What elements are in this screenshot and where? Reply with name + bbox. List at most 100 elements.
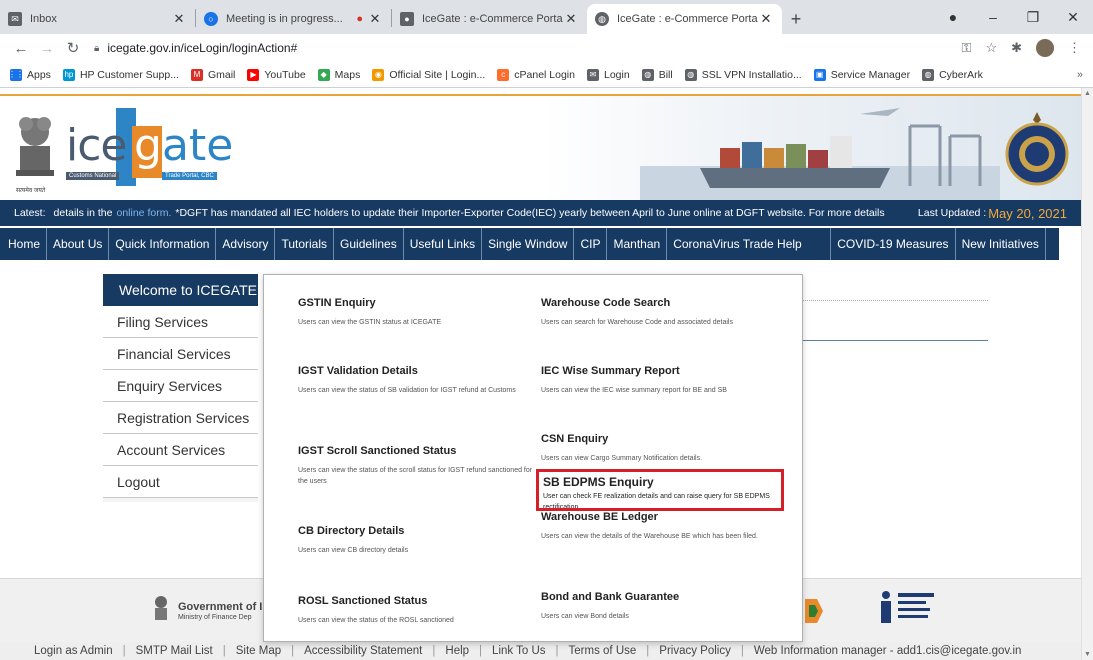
nav-item-tutorials[interactable]: Tutorials xyxy=(275,228,335,260)
footer-link[interactable]: Terms of Use xyxy=(569,645,637,657)
footer-links: Login as Admin | SMTP Mail List | Site Map | A… xyxy=(0,642,1081,660)
bookmark-item[interactable]: hp HP Customer Supp... xyxy=(62,68,179,81)
bookmark-item[interactable]: ◉ Official Site | Login... xyxy=(372,68,485,81)
bookmark-item[interactable]: ▶ YouTube xyxy=(247,68,306,81)
nav-item-new-initiatives[interactable]: New Initiatives xyxy=(956,228,1046,260)
minimize-icon[interactable]: – xyxy=(973,9,1013,25)
side-menu-header[interactable]: Welcome to ICEGATE xyxy=(103,274,258,306)
enquiry-item-bond-and-bank-guarantee[interactable]: Bond and Bank Guarantee Users can view Bo… xyxy=(541,591,777,622)
key-icon[interactable]: ⚿ xyxy=(962,40,972,56)
government-title: Government of I xyxy=(178,601,263,613)
enquiry-item-rosl-sanctioned-status[interactable]: ROSL Sanctioned Status Users can view the… xyxy=(298,595,534,626)
footer-link[interactable]: Privacy Policy xyxy=(659,645,731,657)
nav-item-single-window[interactable]: Single Window xyxy=(482,228,575,260)
enquiry-item-warehouse-be-ledger[interactable]: Warehouse BE Ledger Users can view the de… xyxy=(541,511,777,542)
avatar[interactable] xyxy=(1036,39,1054,57)
enquiry-item-description: Users can view CB directory details xyxy=(298,547,409,554)
bookmark-item[interactable]: ◆ Maps xyxy=(317,68,360,81)
gmail-icon: M xyxy=(190,68,203,81)
footer-link[interactable]: Web Information manager - add1.cis@icega… xyxy=(754,645,1022,657)
nav-item-covid-19-measures[interactable]: COVID-19 Measures xyxy=(831,228,956,260)
footer-link[interactable]: Link To Us xyxy=(492,645,545,657)
browser-tab-icegate-active[interactable]: ◍ IceGate : e-Commerce Portal of I ✕ xyxy=(587,4,782,34)
logo-text-ice: ice xyxy=(66,120,127,171)
bookmark-item[interactable]: ⋮⋮ Apps xyxy=(8,68,51,81)
nav-item-manthan[interactable]: Manthan xyxy=(607,228,668,260)
side-menu-item-financial-services[interactable]: Financial Services xyxy=(103,338,258,370)
bookmark-item[interactable]: ◍ Bill xyxy=(641,68,673,81)
scroll-up-icon[interactable]: ▲ xyxy=(1084,90,1091,97)
site-icon: ◉ xyxy=(372,68,385,81)
footer-link[interactable]: Accessibility Statement xyxy=(304,645,422,657)
nav-item-guidelines[interactable]: Guidelines xyxy=(334,228,404,260)
reload-icon[interactable]: ↻ xyxy=(60,39,86,57)
enquiry-item-iec-wise-summary-report[interactable]: IEC Wise Summary Report Users can view th… xyxy=(541,365,777,396)
ticker-message: *DGFT has mandated all IEC holders to up… xyxy=(175,207,885,219)
link-separator: | xyxy=(555,645,559,657)
bookmarks-overflow-icon[interactable]: » xyxy=(1077,69,1083,81)
nav-item-quick-information[interactable]: Quick Information xyxy=(109,228,217,260)
enquiry-item-title: CB Directory Details xyxy=(298,525,405,537)
content-divider xyxy=(800,340,988,341)
side-menu-item-registration-services[interactable]: Registration Services xyxy=(103,402,258,434)
side-menu-item-account-services[interactable]: Account Services xyxy=(103,434,258,466)
nav-item-advisory[interactable]: Advisory xyxy=(216,228,276,260)
enquiry-item-description: Users can view the IEC wise summary repo… xyxy=(541,387,727,394)
bookmark-label: YouTube xyxy=(264,68,306,81)
footer-link[interactable]: Site Map xyxy=(236,645,281,657)
bookmark-item[interactable]: ✉ Login xyxy=(586,68,630,81)
close-icon[interactable]: ✕ xyxy=(758,11,774,27)
bookmark-item[interactable]: ◍ SSL VPN Installatio... xyxy=(684,68,802,81)
enquiry-item-cb-directory-details[interactable]: CB Directory Details Users can view CB di… xyxy=(298,525,534,556)
news-ticker: Latest: details in the online form. *DGF… xyxy=(0,200,1081,226)
nav-item-cip[interactable]: CIP xyxy=(574,228,608,260)
bookmark-item[interactable]: c cPanel Login xyxy=(497,68,575,81)
bookmark-item[interactable]: ▣ Service Manager xyxy=(813,68,910,81)
enquiry-item-gstin-enquiry[interactable]: GSTIN Enquiry Users can view the GSTIN st… xyxy=(298,297,534,328)
enquiry-item-igst-scroll-sanctioned-status[interactable]: IGST Scroll Sanctioned Status Users can v… xyxy=(298,445,534,487)
extensions-icon[interactable]: ✱ xyxy=(1011,40,1022,56)
close-icon[interactable]: ✕ xyxy=(171,11,187,27)
maximize-icon[interactable]: ❐ xyxy=(1013,9,1053,26)
back-arrow-icon[interactable]: ← xyxy=(8,40,34,57)
nav-item-about-us[interactable]: About Us xyxy=(47,228,110,260)
browser-tab-icegate-1[interactable]: ● IceGate : e-Commerce Portal of I ✕ xyxy=(392,4,587,34)
nav-item-coronavirus-trade-help[interactable]: CoronaVirus Trade Help xyxy=(667,228,832,260)
emblem-icon xyxy=(155,596,167,620)
side-menu-item-enquiry-services[interactable]: Enquiry Services xyxy=(103,370,258,402)
close-icon[interactable]: ✕ xyxy=(367,11,383,27)
browser-tab-meeting[interactable]: ○ Meeting is in progress... ● ✕ xyxy=(196,4,391,34)
bookmark-label: cPanel Login xyxy=(514,68,575,81)
address-bar[interactable]: 🔒︎ icegate.gov.in/iceLogin/loginAction# xyxy=(94,36,962,60)
cpanel-icon: c xyxy=(497,68,510,81)
enquiry-item-csn-enquiry[interactable]: CSN Enquiry Users can view Cargo Summary … xyxy=(541,433,777,464)
bookmark-item[interactable]: ◍ CyberArk xyxy=(922,68,983,81)
side-menu-item-logout[interactable]: Logout xyxy=(103,466,258,498)
tab-title: Meeting is in progress... xyxy=(226,13,343,25)
page-scrollbar[interactable]: ▲ ▼ xyxy=(1081,88,1093,660)
star-icon[interactable]: ☆ xyxy=(985,40,997,56)
bookmark-item[interactable]: M Gmail xyxy=(190,68,235,81)
main-nav: Home About Us Quick Information Advisory Tut… xyxy=(0,228,1059,260)
menu-dots-icon[interactable]: ⋮ xyxy=(1068,40,1081,56)
side-menu-item-filing-services[interactable]: Filing Services xyxy=(103,306,258,338)
new-tab-button[interactable]: + xyxy=(782,4,810,34)
nav-item-home[interactable]: Home xyxy=(0,228,48,260)
close-icon[interactable]: ✕ xyxy=(563,11,579,27)
footer-link[interactable]: Help xyxy=(445,645,469,657)
nav-item-useful-links[interactable]: Useful Links xyxy=(404,228,483,260)
profile-icon[interactable]: ● xyxy=(933,9,973,25)
globe-icon: ◍ xyxy=(922,68,935,81)
scroll-down-icon[interactable]: ▼ xyxy=(1084,651,1091,658)
footer-link[interactable]: SMTP Mail List xyxy=(136,645,213,657)
forward-arrow-icon[interactable]: → xyxy=(34,40,60,57)
enquiry-item-warehouse-code-search[interactable]: Warehouse Code Search Users can search fo… xyxy=(541,297,777,328)
enquiry-item-igst-validation-details[interactable]: IGST Validation Details Users can view th… xyxy=(298,365,534,396)
browser-tab-inbox[interactable]: ✉ Inbox ✕ xyxy=(0,4,195,34)
logo-subtitle-trade: Trade Portal, CBC xyxy=(162,172,217,180)
close-window-icon[interactable]: ✕ xyxy=(1053,9,1093,26)
footer-link[interactable]: Login as Admin xyxy=(34,645,113,657)
ticker-link[interactable]: online form. xyxy=(117,207,172,219)
enquiry-item-description: Users can search for Warehouse Code and … xyxy=(541,319,733,326)
bookmark-label: HP Customer Supp... xyxy=(79,68,179,81)
